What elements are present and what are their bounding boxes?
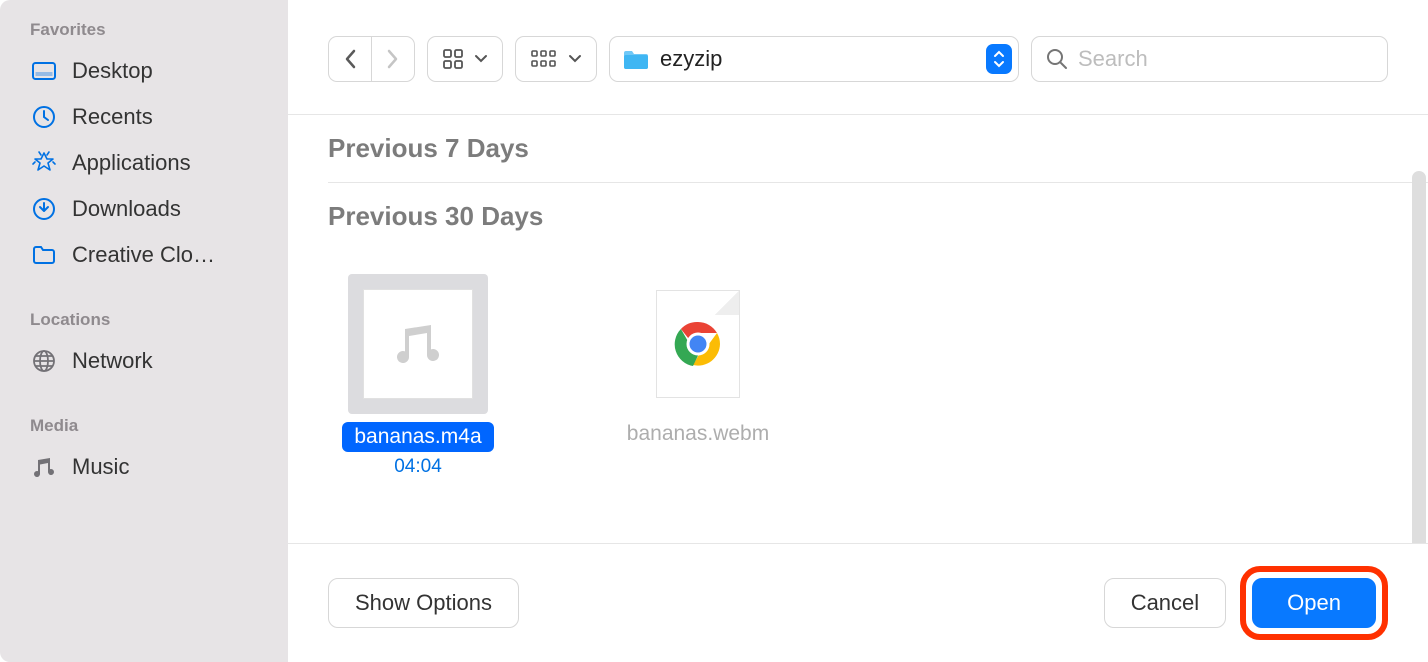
nav-forward-button[interactable] [371, 36, 415, 82]
main-panel: ezyzip Previous 7 Days Previous 30 Days [288, 0, 1428, 662]
file-name: bananas.webm [627, 422, 769, 446]
bottom-bar: Show Options Cancel Open [288, 543, 1428, 662]
search-input[interactable] [1078, 46, 1373, 72]
toolbar: ezyzip [288, 0, 1428, 114]
chevron-down-icon [568, 54, 582, 64]
file-thumbnail [348, 274, 488, 414]
group-icon [530, 48, 558, 70]
path-dropdown[interactable]: ezyzip [609, 36, 1019, 82]
group-by-button[interactable] [515, 36, 597, 82]
view-icons-button[interactable] [427, 36, 503, 82]
updown-icon [986, 44, 1012, 74]
file-item[interactable]: bananas.webm [608, 274, 788, 478]
file-thumbnail [628, 274, 768, 414]
search-icon [1046, 48, 1068, 70]
sidebar-item-label: Music [72, 454, 129, 480]
sidebar-item-network[interactable]: Network [0, 338, 288, 384]
sidebar-item-recents[interactable]: Recents [0, 94, 288, 140]
clock-icon [30, 103, 58, 131]
sidebar-item-applications[interactable]: Applications [0, 140, 288, 186]
sidebar-item-label: Recents [72, 104, 153, 130]
download-circle-icon [30, 195, 58, 223]
sidebar-item-label: Downloads [72, 196, 181, 222]
search-field[interactable] [1031, 36, 1388, 82]
sidebar-item-desktop[interactable]: Desktop [0, 48, 288, 94]
sidebar-item-label: Desktop [72, 58, 153, 84]
chevron-down-icon [474, 54, 488, 64]
music-file-icon [391, 317, 445, 371]
grid-icon [442, 48, 464, 70]
sidebar: Favorites Desktop Recents Applications D… [0, 0, 288, 662]
chrome-icon [673, 319, 723, 369]
sidebar-item-label: Creative Clo… [72, 242, 215, 268]
group-header-30days: Previous 30 Days [328, 183, 1388, 250]
show-options-button[interactable]: Show Options [328, 578, 519, 628]
folder-icon [622, 47, 650, 71]
scrollbar[interactable] [1412, 171, 1426, 543]
sidebar-item-downloads[interactable]: Downloads [0, 186, 288, 232]
globe-icon [30, 347, 58, 375]
sidebar-item-label: Applications [72, 150, 191, 176]
file-row: bananas.m4a 04:04 [328, 250, 1388, 502]
path-label: ezyzip [660, 46, 976, 72]
apps-icon [30, 149, 58, 177]
nav-back-button[interactable] [328, 36, 371, 82]
file-meta: 04:04 [394, 456, 442, 478]
file-browser-content: Previous 7 Days Previous 30 Days bananas… [288, 115, 1428, 543]
music-note-icon [30, 453, 58, 481]
section-header-favorites: Favorites [0, 14, 288, 48]
open-button[interactable]: Open [1252, 578, 1376, 628]
desktop-icon [30, 57, 58, 85]
sidebar-item-music[interactable]: Music [0, 444, 288, 490]
open-button-highlight: Open [1240, 566, 1388, 640]
sidebar-item-label: Network [72, 348, 153, 374]
folder-icon [30, 241, 58, 269]
file-name: bananas.m4a [342, 422, 493, 452]
file-item[interactable]: bananas.m4a 04:04 [328, 274, 508, 478]
section-header-locations: Locations [0, 304, 288, 338]
sidebar-item-creativecloud[interactable]: Creative Clo… [0, 232, 288, 278]
cancel-button[interactable]: Cancel [1104, 578, 1226, 628]
group-header-7days: Previous 7 Days [328, 115, 1388, 182]
section-header-media: Media [0, 410, 288, 444]
